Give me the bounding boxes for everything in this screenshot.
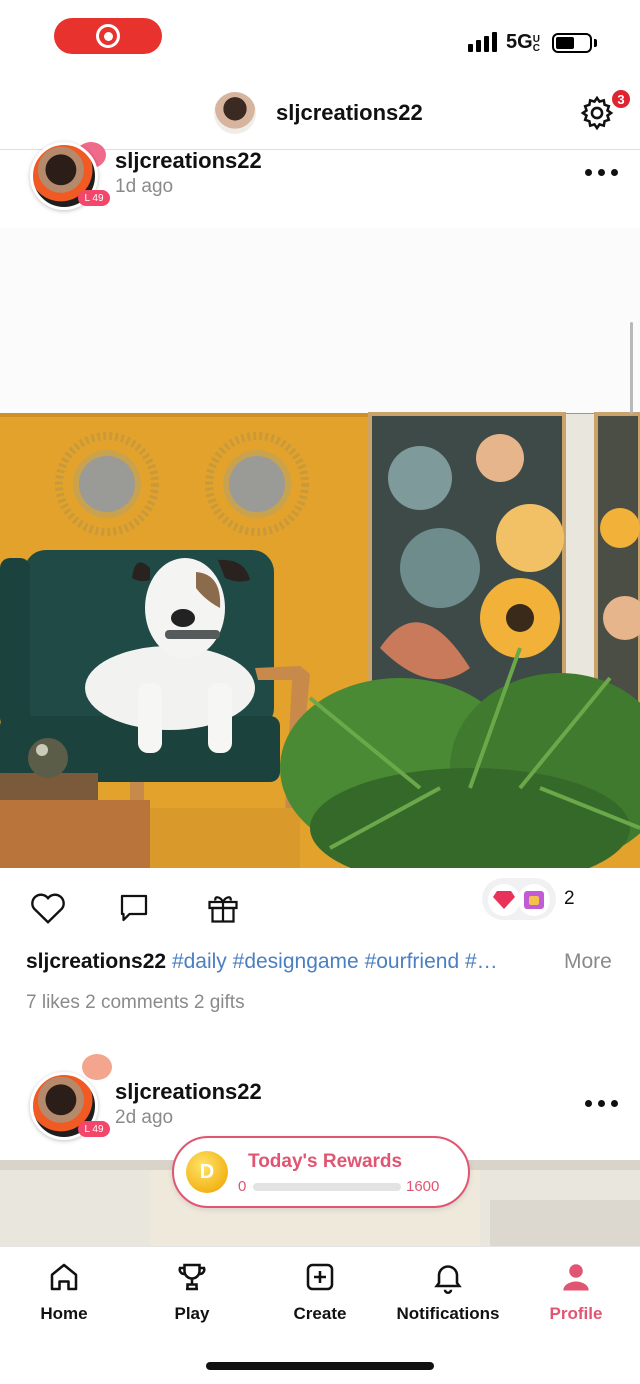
tab-create[interactable]: Create [256, 1258, 384, 1324]
home-indicator[interactable] [206, 1362, 434, 1370]
post-timestamp: 2d ago [115, 1107, 174, 1128]
network-type: 5GUC [506, 31, 541, 54]
comment-icon[interactable] [114, 888, 154, 928]
level-badge: L 49 [78, 1121, 110, 1137]
coin-icon: D [186, 1151, 228, 1193]
tab-label: Create [293, 1304, 347, 1323]
caption-hashtags[interactable]: #daily #designgame #ourfriend #… [172, 950, 498, 973]
network-suffix: UC [532, 34, 540, 54]
post-username[interactable]: sljcreations22 [115, 1079, 262, 1105]
cellular-signal-icon [468, 32, 497, 52]
screen-recording-indicator[interactable] [54, 18, 162, 54]
post-username[interactable]: sljcreations22 [115, 148, 262, 174]
trophy-icon [178, 1263, 206, 1291]
more-options-icon[interactable] [585, 169, 618, 176]
record-icon [96, 24, 120, 48]
tab-home[interactable]: Home [0, 1258, 128, 1324]
rewards-title: Today's Rewards [248, 1151, 403, 1172]
level-badge: L 49 [78, 190, 110, 206]
post-image[interactable] [0, 228, 640, 868]
home-icon [50, 1263, 78, 1291]
gift-count: 2 [564, 888, 575, 909]
network-label: 5G [506, 31, 533, 53]
more-link[interactable]: More [564, 950, 612, 974]
post-caption: sljcreations22 #daily #designgame #ourfr… [26, 950, 498, 974]
bell-icon [434, 1265, 462, 1294]
battery-tip [594, 39, 597, 47]
pet-companion-icon [80, 1052, 114, 1082]
battery-icon [552, 33, 592, 53]
battery-level-fill [556, 37, 574, 49]
post-stats[interactable]: 7 likes 2 comments 2 gifts [26, 992, 245, 1014]
header-avatar[interactable] [214, 92, 256, 134]
person-icon [563, 1264, 589, 1291]
caption-username[interactable]: sljcreations22 [26, 950, 166, 973]
tab-profile[interactable]: Profile [512, 1258, 640, 1324]
notification-badge: 3 [610, 88, 632, 110]
gem-gift-icon [488, 884, 520, 916]
scrollbar[interactable] [630, 322, 633, 414]
tab-label: Profile [549, 1304, 603, 1323]
tab-label: Notifications [396, 1304, 500, 1323]
create-icon [306, 1263, 334, 1291]
like-heart-icon[interactable] [28, 888, 68, 928]
more-options-icon[interactable] [585, 1100, 618, 1107]
rewards-min: 0 [238, 1178, 247, 1195]
post-timestamp: 1d ago [115, 176, 174, 197]
gift-icon[interactable] [203, 888, 243, 928]
page-title: sljcreations22 [276, 100, 423, 125]
tab-label: Play [174, 1304, 210, 1323]
rewards-max: 1600 [406, 1178, 440, 1195]
tab-label: Home [40, 1304, 88, 1323]
tab-notifications[interactable]: Notifications [384, 1258, 512, 1324]
room-design-illustration [0, 228, 640, 868]
treasure-gift-icon [518, 884, 550, 916]
rewards-progress-bar [253, 1183, 401, 1191]
tab-play[interactable]: Play [128, 1258, 256, 1324]
